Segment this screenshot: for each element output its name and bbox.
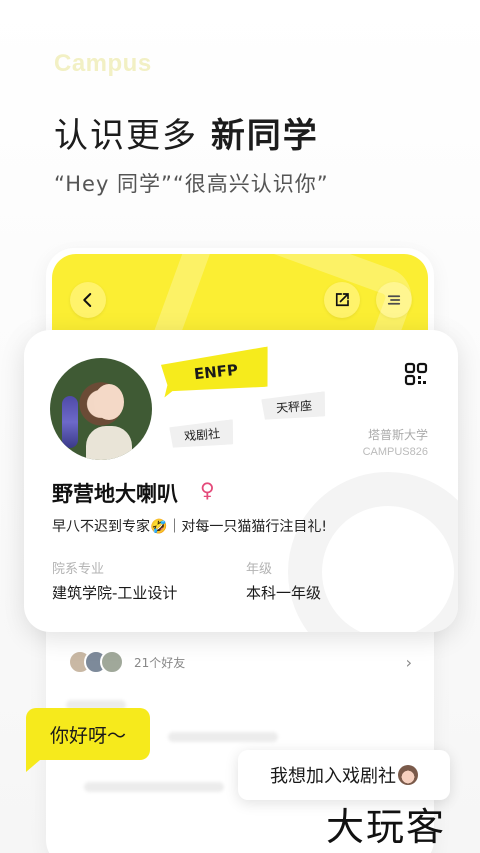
avatar-shirt xyxy=(86,426,132,460)
major-label: 院系专业 xyxy=(52,562,105,577)
friends-count: 21个好友 xyxy=(134,655,186,670)
friends-row[interactable]: 21个好友 › xyxy=(68,648,412,676)
chat-bubble-hello: 你好呀～ xyxy=(26,708,150,772)
blurred-content xyxy=(168,732,278,742)
friend-avatar xyxy=(100,650,124,674)
menu-icon xyxy=(387,295,401,305)
tag-constellation: 天秤座 xyxy=(261,391,327,421)
watermark-logo: 大玩客 xyxy=(326,805,447,849)
menu-button[interactable] xyxy=(376,282,412,318)
tag-club: 戏剧社 xyxy=(169,419,235,449)
subline: “Hey 同学”“很高兴认识你” xyxy=(54,172,329,196)
profile-card: ENFP 天秤座 戏剧社 塔普斯大学 CAMPUS826 野营地大喇叭 ♀ 早八… xyxy=(24,330,458,632)
gender-female-icon: ♀ xyxy=(200,478,215,502)
chevron-right-icon: › xyxy=(405,652,412,672)
share-button[interactable] xyxy=(324,282,360,318)
blurred-content xyxy=(84,782,224,792)
grade-label: 年级 xyxy=(246,562,273,577)
card-watermark-ring xyxy=(288,472,458,632)
mbti-tag: ENFP xyxy=(160,346,272,397)
brand-wordmark: Campus xyxy=(54,50,152,77)
campus-id: CAMPUS826 xyxy=(362,446,428,458)
avatar[interactable] xyxy=(50,358,152,460)
share-icon xyxy=(335,293,349,307)
qr-code-icon[interactable] xyxy=(404,362,428,386)
back-button[interactable] xyxy=(70,282,106,318)
avatar-face xyxy=(94,384,124,420)
headline: 认识更多 新同学 xyxy=(54,108,319,157)
girl-emoji-icon xyxy=(398,765,418,785)
major-value: 建筑学院-工业设计 xyxy=(52,584,178,602)
profile-bio: 早八不迟到专家🤣｜对每一只猫猫行注目礼! xyxy=(52,519,328,535)
avatar-flower xyxy=(62,396,78,448)
grade-value: 本科一年级 xyxy=(246,584,322,602)
chevron-left-icon xyxy=(83,293,92,307)
chat-bubble-join-text: 我想加入戏剧社 xyxy=(270,766,396,787)
chat-bubble-join: 我想加入戏剧社 xyxy=(238,750,450,800)
headline-part1: 认识更多 xyxy=(54,116,211,156)
profile-name: 野营地大喇叭 xyxy=(52,482,178,506)
headline-part2: 新同学 xyxy=(210,116,319,156)
school-name: 塔普斯大学 xyxy=(367,428,428,442)
